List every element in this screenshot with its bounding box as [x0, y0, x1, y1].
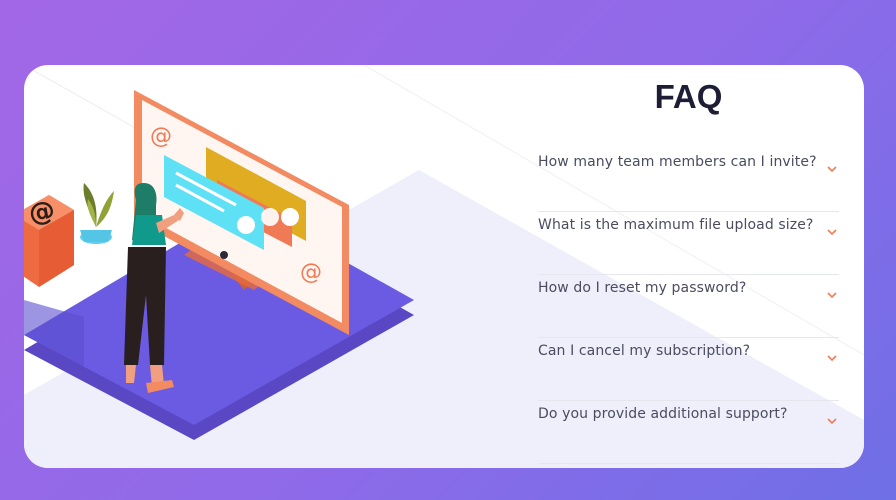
- faq-list: How many team members can I invite? What…: [538, 149, 839, 464]
- chevron-down-icon[interactable]: [827, 417, 837, 425]
- chevron-down-icon[interactable]: [827, 354, 837, 362]
- svg-text:@: @: [300, 260, 322, 285]
- faq-question: Do you provide additional support?: [538, 406, 788, 422]
- faq-section: FAQ How many team members can I invite? …: [538, 75, 839, 464]
- faq-item[interactable]: How many team members can I invite?: [538, 149, 839, 212]
- faq-question: How do I reset my password?: [538, 280, 747, 296]
- faq-item[interactable]: Do you provide additional support?: [538, 401, 839, 464]
- faq-item[interactable]: Can I cancel my subscription?: [538, 338, 839, 401]
- plant: [80, 183, 114, 244]
- faq-title: FAQ: [654, 78, 723, 115]
- faq-question: Can I cancel my subscription?: [538, 343, 751, 359]
- svg-text:@: @: [150, 124, 172, 149]
- faq-question: How many team members can I invite?: [538, 154, 817, 170]
- chevron-down-icon[interactable]: [827, 165, 837, 173]
- at-cube: @: [24, 195, 74, 287]
- faq-question: What is the maximum file upload size?: [538, 217, 814, 233]
- woman-online-illustration: @ @ @: [24, 90, 414, 440]
- svg-text:@: @: [26, 195, 57, 229]
- faq-card: @ @ @ FAQ How many team members can I in…: [24, 65, 864, 468]
- chevron-down-icon[interactable]: [827, 228, 837, 236]
- faq-item[interactable]: What is the maximum file upload size?: [538, 212, 839, 275]
- chevron-down-icon[interactable]: [827, 291, 837, 299]
- faq-item[interactable]: How do I reset my password?: [538, 275, 839, 338]
